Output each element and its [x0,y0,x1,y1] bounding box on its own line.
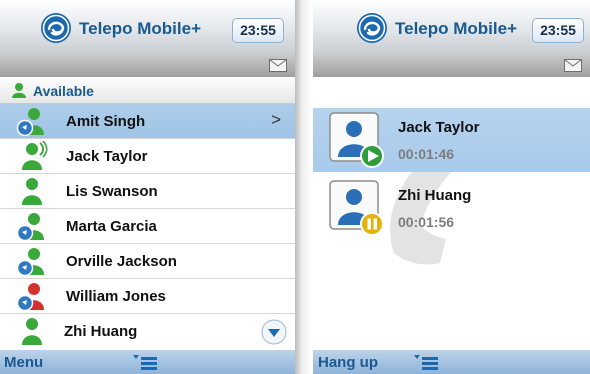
menu-softkey[interactable]: Menu [4,354,43,371]
app-title: Telepo Mobile+ [395,19,518,38]
contact-row[interactable]: Amit Singh > [0,104,295,139]
message-bar [0,55,295,77]
contact-name: Jack Taylor [66,148,148,165]
available-mobile-person-icon [16,248,44,276]
busy-mobile-person-icon [16,283,44,311]
call-row[interactable]: Jack Taylor 00:01:46 [313,108,590,172]
contact-row[interactable]: Orville Jackson [0,244,295,279]
contact-name: Lis Swanson [66,183,158,200]
contact-row[interactable]: William Jones [0,279,295,314]
contact-row[interactable]: Marta Garcia [0,209,295,244]
scroll-down-icon[interactable] [261,319,287,345]
hang-up-softkey[interactable]: Hang up [318,354,378,371]
contact-name: Amit Singh [66,113,146,130]
status-clock: 23:55 [532,18,584,43]
envelope-icon[interactable] [269,59,287,72]
contact-row[interactable]: Zhi Huang [0,314,295,348]
softkey-bar: Hang up [313,350,590,374]
calls-screen: Telepo Mobile+ 23:55 Jack Taylor 00:01:4… [313,0,590,374]
avatar-icon [329,112,384,168]
contact-name: Zhi Huang [64,323,138,340]
softkey-bar: Menu [0,350,295,374]
app-title: Telepo Mobile+ [79,19,202,38]
available-person-icon [22,178,42,205]
contact-name: William Jones [66,288,166,305]
available-person-icon [12,83,26,98]
available-person-icon [22,318,42,345]
avatar-icon [329,180,384,236]
status-clock: 23:55 [232,18,284,43]
caller-name: Jack Taylor [398,119,480,136]
phone-divider [295,0,313,374]
section-label: Available [33,83,94,99]
app-header: Telepo Mobile+ 23:55 [313,0,590,55]
call-duration: 00:01:56 [398,214,455,230]
menu-list-icon[interactable] [414,354,440,372]
contact-name: Marta Garcia [66,218,157,235]
pause-icon [360,212,384,236]
message-bar [313,55,590,77]
presence-section-header: Available [0,79,295,104]
contact-row[interactable]: Lis Swanson [0,174,295,209]
menu-list-icon[interactable] [133,354,159,372]
app-header: Telepo Mobile+ 23:55 [0,0,295,55]
envelope-icon[interactable] [564,59,582,72]
call-row[interactable]: Zhi Huang 00:01:56 [313,176,590,240]
contacts-screen: Telepo Mobile+ 23:55 Available Amit Sing… [0,0,295,374]
caller-name: Zhi Huang [398,187,472,204]
call-duration: 00:01:46 [398,146,455,162]
available-mobile-person-icon [16,213,44,241]
chevron-right-icon[interactable]: > [271,110,281,130]
on-phone-person-icon [22,141,48,170]
telepo-logo-icon [357,13,387,43]
available-mobile-person-icon [16,108,44,136]
contact-name: Orville Jackson [66,253,177,270]
contact-row[interactable]: Jack Taylor [0,139,295,174]
telepo-logo-icon [41,13,71,43]
